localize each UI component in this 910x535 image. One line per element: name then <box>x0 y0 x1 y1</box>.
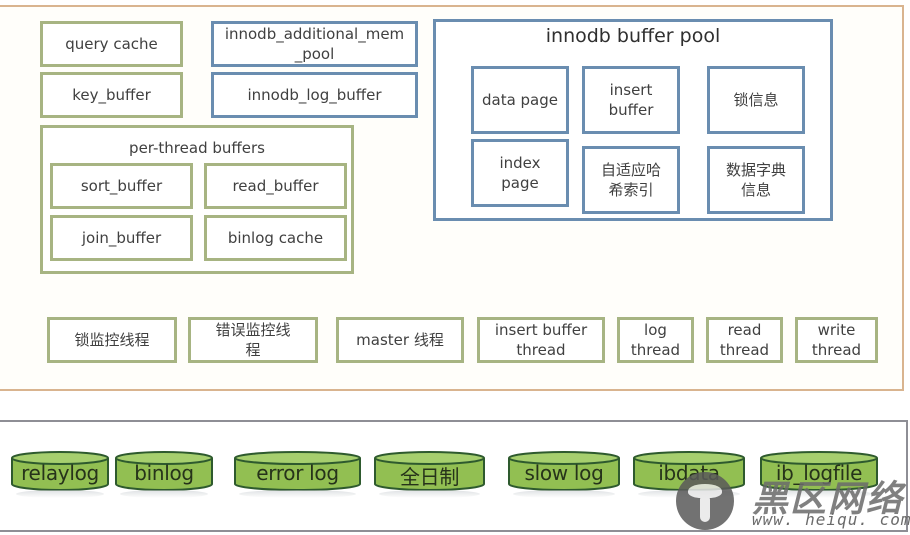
watermark: 黑区网络 www. heiqu. com <box>676 472 910 532</box>
log-thread-label: log thread <box>630 321 681 359</box>
watermark-url: www. heiqu. com <box>752 510 910 529</box>
insert-buffer-label: insert buffer <box>608 81 654 119</box>
index-page-box: index page <box>471 139 569 207</box>
log-thread-box: log thread <box>617 317 694 363</box>
insert-buffer-thread-box: insert buffer thread <box>477 317 605 363</box>
data-page-label: data page <box>481 91 559 109</box>
adaptive-hash-index-box: 自适应哈 希索引 <box>582 146 680 214</box>
innodb-additional-mem-pool-box: innodb_additional_mem _pool <box>211 21 418 67</box>
file-label: binlog <box>134 461 194 485</box>
sort-buffer-box: sort_buffer <box>50 163 193 209</box>
binlog-file-cylinder: binlog <box>114 450 214 498</box>
file-label: relaylog <box>21 461 99 485</box>
innodb-additional-mem-pool-label: innodb_additional_mem _pool <box>224 25 405 63</box>
lock-info-box: 锁信息 <box>707 66 805 134</box>
per-thread-buffers-title: per-thread buffers <box>129 139 265 157</box>
cylinder-reflection <box>239 490 356 498</box>
write-thread-box: write thread <box>795 317 878 363</box>
join-buffer-box: join_buffer <box>50 215 193 261</box>
read-buffer-label: read_buffer <box>232 177 319 195</box>
cylinder-reflection <box>120 490 208 498</box>
error-monitor-thread-box: 错误监控线 程 <box>188 317 318 363</box>
data-dictionary-label: 数据字典 信息 <box>725 161 786 199</box>
join-buffer-label: join_buffer <box>81 229 162 247</box>
general-log-file-cylinder: 全日制 <box>373 450 486 498</box>
lock-info-label: 锁信息 <box>733 91 779 109</box>
query-cache-box: query cache <box>40 21 183 67</box>
sort-buffer-label: sort_buffer <box>80 177 163 195</box>
file-label: slow log <box>524 461 604 485</box>
slow-log-file-cylinder: slow log <box>507 450 621 498</box>
write-thread-label: write thread <box>811 321 862 359</box>
binlog-cache-label: binlog cache <box>227 229 324 247</box>
error-log-file-cylinder: error log <box>233 450 362 498</box>
adaptive-hash-index-label: 自适应哈 希索引 <box>600 161 661 199</box>
read-thread-label: read thread <box>719 321 770 359</box>
relaylog-file-cylinder: relaylog <box>10 450 110 498</box>
data-dictionary-box: 数据字典 信息 <box>707 146 805 214</box>
innodb-buffer-pool-group: innodb buffer pool data page insert buff… <box>433 19 833 221</box>
lock-monitor-thread-box: 锁监控线程 <box>47 317 177 363</box>
cylinder-reflection <box>379 490 480 498</box>
file-label: 全日制 <box>399 465 460 489</box>
per-thread-buffers-group: per-thread buffers sort_buffer read_buff… <box>40 125 354 274</box>
data-page-box: data page <box>471 66 569 134</box>
innodb-log-buffer-label: innodb_log_buffer <box>247 86 382 104</box>
query-cache-label: query cache <box>65 35 158 53</box>
binlog-cache-box: binlog cache <box>204 215 347 261</box>
innodb-log-buffer-box: innodb_log_buffer <box>211 72 418 118</box>
insert-buffer-box: insert buffer <box>582 66 680 134</box>
cylinder-reflection <box>513 490 615 498</box>
innodb-buffer-pool-title: innodb buffer pool <box>545 25 721 47</box>
key-buffer-label: key_buffer <box>72 86 151 104</box>
file-label: error log <box>256 461 339 485</box>
read-thread-box: read thread <box>706 317 783 363</box>
master-thread-label: master 线程 <box>356 331 444 349</box>
mushroom-logo-icon <box>676 472 734 530</box>
key-buffer-box: key_buffer <box>40 72 183 118</box>
cylinder-reflection <box>16 490 104 498</box>
index-page-label: index page <box>499 154 541 192</box>
error-monitor-thread-label: 错误监控线 程 <box>215 321 291 359</box>
master-thread-box: master 线程 <box>336 317 464 363</box>
read-buffer-box: read_buffer <box>204 163 347 209</box>
lock-monitor-thread-label: 锁监控线程 <box>74 331 150 349</box>
insert-buffer-thread-label: insert buffer thread <box>494 321 588 359</box>
